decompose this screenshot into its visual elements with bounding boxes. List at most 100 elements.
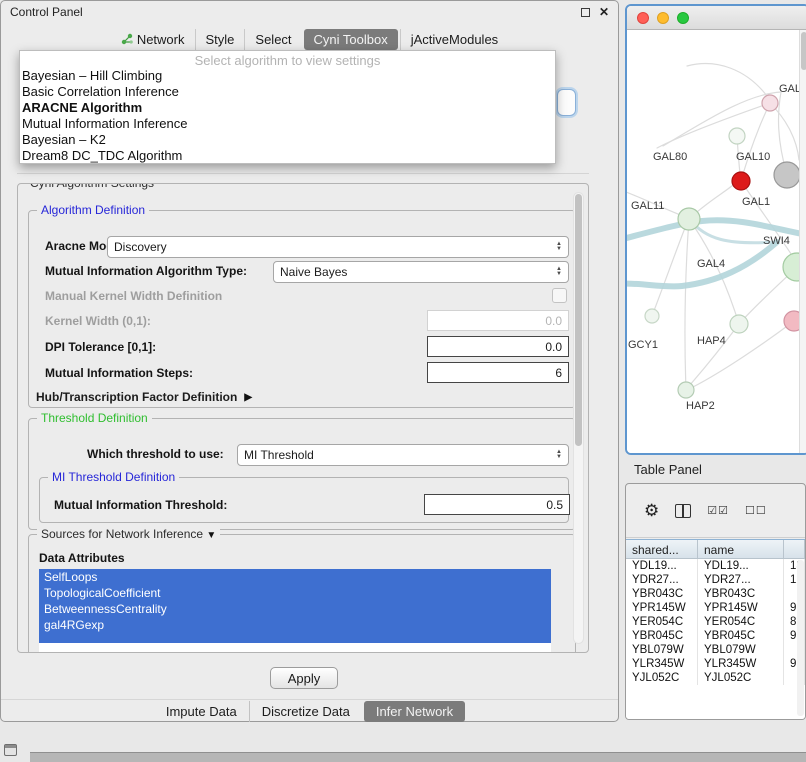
combo-arrows-icon: ▲▼	[556, 450, 562, 460]
network-node[interactable]	[730, 315, 748, 333]
dropdown-item-bayesian-k2[interactable]: Bayesian – K2	[20, 132, 555, 148]
bottom-tab-impute-data[interactable]: Impute Data	[154, 701, 249, 722]
table-cell: YPR145W	[626, 601, 698, 615]
dropdown-item-aracne-algorithm[interactable]: ARACNE Algorithm	[20, 100, 555, 116]
node-label-gal: GAL	[779, 83, 801, 95]
table-scrollbar[interactable]	[797, 560, 804, 716]
aracne-mode-select[interactable]: Discovery ▲▼	[107, 236, 569, 258]
hub-definition-toggle[interactable]: Hub/Transcription Factor Definition ▶	[36, 390, 252, 404]
table-panel-window: ⚙ ☑☑ ☐☐ shared...name YDL19...YDL19...13…	[625, 483, 806, 720]
table-row[interactable]: YJL052CYJL052C	[626, 671, 805, 685]
mi-threshold-input[interactable]: 0.5	[424, 494, 570, 515]
network-view-window: GALGAL80GAL10GAL11GAL1SWI4GAL4GCY1HAP4YH…	[625, 4, 806, 455]
list-item-partial[interactable]	[39, 633, 551, 643]
minimized-panel-icon[interactable]	[4, 744, 17, 756]
tab-label: Style	[206, 32, 235, 47]
node-label-gal4: GAL4	[697, 258, 725, 270]
close-icon[interactable]: ✕	[599, 7, 609, 17]
node-label-gal10: GAL10	[736, 151, 770, 163]
algorithm-settings-button[interactable]	[557, 89, 576, 116]
dpi-tolerance-input[interactable]: 0.0	[427, 336, 569, 357]
kernel-width-input[interactable]: 0.0	[427, 310, 569, 331]
table-cell: YDL19...	[698, 559, 784, 573]
bottom-panel-strip	[30, 752, 806, 762]
table-cell: YLR345W	[698, 657, 784, 671]
network-node[interactable]	[729, 128, 745, 144]
manual-kernel-checkbox[interactable]	[552, 288, 567, 303]
list-item-topologicalcoefficient[interactable]: TopologicalCoefficient	[39, 585, 551, 601]
combo-arrows-icon: ▲▼	[556, 267, 562, 277]
dropdown-item-basic-correlation-inference[interactable]: Basic Correlation Inference	[20, 84, 555, 100]
list-item-betweennesscentrality[interactable]: BetweennessCentrality	[39, 601, 551, 617]
columns-icon[interactable]	[675, 504, 691, 518]
expand-icon: ▶	[244, 392, 252, 403]
mi-type-label: Mutual Information Algorithm Type:	[45, 264, 247, 278]
minimize-traffic-light-icon[interactable]	[657, 12, 669, 24]
network-graph: GALGAL80GAL10GAL11GAL1SWI4GAL4GCY1HAP4YH…	[627, 30, 806, 453]
table-row[interactable]: YDL19...YDL19...13	[626, 559, 805, 573]
sources-label: Sources for Network Inference	[41, 527, 203, 541]
network-node[interactable]	[645, 309, 659, 323]
which-threshold-select[interactable]: MI Threshold ▲▼	[237, 444, 569, 466]
network-node[interactable]	[774, 162, 800, 188]
data-attributes-label: Data Attributes	[39, 551, 125, 565]
sources-group-title[interactable]: Sources for Network Inference ▼	[37, 527, 220, 541]
table-cell: YDR27...	[626, 573, 698, 587]
table-row[interactable]: YBR045CYBR045C9.	[626, 629, 805, 643]
table-row[interactable]: YPR145WYPR145W9.	[626, 601, 805, 615]
dropdown-item-dream8-dc-tdc-algorithm[interactable]: Dream8 DC_TDC Algorithm	[20, 148, 555, 164]
node-label-gal11: GAL11	[631, 200, 664, 212]
network-node[interactable]	[762, 95, 778, 111]
bottom-tab-infer-network[interactable]: Infer Network	[364, 701, 465, 722]
table-body: YDL19...YDL19...13YDR27...YDR27...12YBR0…	[626, 559, 805, 685]
table-row[interactable]: YBL079WYBL079W	[626, 643, 805, 657]
node-label-hap2: HAP2	[686, 400, 715, 412]
mi-threshold-label: Mutual Information Threshold:	[54, 498, 227, 512]
mi-steps-input[interactable]: 6	[427, 362, 569, 383]
network-canvas[interactable]: GALGAL80GAL10GAL11GAL1SWI4GAL4GCY1HAP4YH…	[627, 30, 806, 453]
select-all-checkbox-icon[interactable]: ☑☑	[707, 504, 729, 517]
column-header-name[interactable]: name	[698, 540, 784, 558]
combo-arrows-icon: ▲▼	[556, 242, 562, 252]
scrollbar-thumb[interactable]	[801, 32, 806, 70]
network-node[interactable]	[732, 172, 750, 190]
list-item-selfloops[interactable]: SelfLoops	[39, 569, 551, 585]
float-window-icon[interactable]	[581, 8, 590, 17]
scrollbar-thumb[interactable]	[575, 194, 582, 446]
table-cell: YBR043C	[698, 587, 784, 601]
mi-threshold-value: 0.5	[546, 498, 563, 512]
settings-scrollbar[interactable]	[573, 192, 584, 644]
kernel-width-value: 0.0	[545, 314, 562, 328]
table-row[interactable]: YBR043CYBR043C	[626, 587, 805, 601]
bottom-tab-discretize-data[interactable]: Discretize Data	[249, 701, 362, 722]
list-item-gal4rgexp[interactable]: gal4RGexp	[39, 617, 551, 633]
table-row[interactable]: YDR27...YDR27...12	[626, 573, 805, 587]
tab-label: Cyni Toolbox	[314, 32, 388, 47]
tab-network[interactable]: Network	[111, 29, 195, 50]
dropdown-item-bayesian-hill-climbing[interactable]: Bayesian – Hill Climbing	[20, 68, 555, 84]
deselect-all-checkbox-icon[interactable]: ☐☐	[745, 504, 767, 517]
apply-button[interactable]: Apply	[270, 667, 338, 689]
table-row[interactable]: YER054CYER054C8.	[626, 615, 805, 629]
zoom-traffic-light-icon[interactable]	[677, 12, 689, 24]
kernel-width-label: Kernel Width (0,1):	[45, 314, 151, 328]
column-header-2[interactable]	[784, 540, 805, 558]
column-header-shared[interactable]: shared...	[626, 540, 698, 558]
which-threshold-value: MI Threshold	[244, 448, 314, 462]
network-scrollbar[interactable]	[799, 30, 806, 453]
tab-label: Select	[255, 32, 291, 47]
data-attributes-list[interactable]: SelfLoopsTopologicalCoefficientBetweenne…	[39, 569, 551, 653]
tab-select[interactable]: Select	[244, 29, 301, 50]
dropdown-item-mutual-information-inference[interactable]: Mutual Information Inference	[20, 116, 555, 132]
tab-jactivemodules[interactable]: jActiveModules	[400, 29, 508, 50]
mi-type-select[interactable]: Naive Bayes ▲▼	[273, 261, 569, 283]
sources-group: Sources for Network Inference ▼ Data Att…	[28, 534, 576, 653]
table-header-row: shared...name	[626, 539, 805, 559]
network-node[interactable]	[678, 382, 694, 398]
close-traffic-light-icon[interactable]	[637, 12, 649, 24]
table-row[interactable]: YLR345WYLR345W9.	[626, 657, 805, 671]
network-node[interactable]	[678, 208, 700, 230]
tab-style[interactable]: Style	[195, 29, 245, 50]
gear-icon[interactable]: ⚙	[644, 501, 659, 521]
tab-cyni-toolbox[interactable]: Cyni Toolbox	[304, 29, 398, 50]
